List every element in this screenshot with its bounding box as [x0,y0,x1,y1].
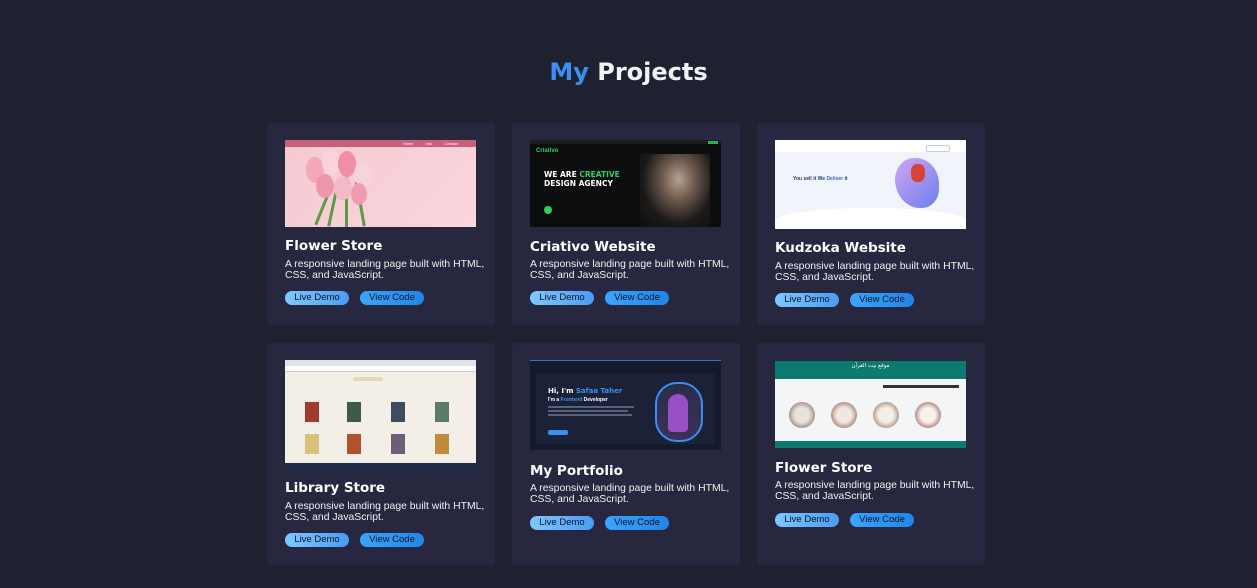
preview-site-title: موقع بيت القرآن [851,363,890,369]
view-code-button[interactable]: View Code [850,513,914,527]
preview-greeting: Hi, I'm [548,387,574,395]
title-accent: My [549,58,589,86]
project-card-flower-store-2: موقع بيت القرآن Flower Store A responsiv… [757,343,985,565]
preview-role: Developer [583,397,608,403]
project-card-criativo: Criativo WE ARE CREATIVE DESIGN AGENCY C… [512,123,740,325]
project-description: A responsive landing page built with HTM… [285,259,485,281]
preview-headline: WE ARE [544,170,577,179]
preview-name: Safaa Taher [575,387,623,395]
live-demo-button[interactable]: Live Demo [285,291,349,305]
preview-headline-accent: CREATIVE [579,170,620,179]
view-code-button[interactable]: View Code [605,516,669,530]
project-preview-image: Hi, I'm Safaa Taher I'm a Frontend Devel… [530,360,721,450]
project-preview-image: Home Info Contact [285,140,476,227]
project-description: A responsive landing page built with HTM… [530,259,730,281]
project-preview-image [285,360,476,470]
project-title: Flower Store [285,238,383,254]
live-demo-button[interactable]: Live Demo [775,513,839,527]
section-title: My Projects [0,58,1257,86]
project-card-flower-store: Home Info Contact Flower Store A respons… [267,123,495,325]
project-preview-image: موقع بيت القرآن [775,361,966,448]
live-demo-button[interactable]: Live Demo [285,533,349,547]
play-icon [544,206,552,214]
project-card-my-portfolio: Hi, I'm Safaa Taher I'm a Frontend Devel… [512,343,740,565]
live-demo-button[interactable]: Live Demo [775,293,839,307]
project-card-library-store: Library Store A responsive landing page … [267,343,495,565]
preview-tagline: You sell it We [793,176,826,182]
preview-role-accent: Frontend [560,397,583,403]
project-card-kudzoka: You sell it We Deliver it Kudzoka Websit… [757,123,985,325]
project-title: Flower Store [775,460,873,476]
preview-brand: Criativo [536,148,559,154]
tulip-bouquet-icon [306,149,372,227]
view-code-button[interactable]: View Code [360,291,424,305]
view-code-button[interactable]: View Code [850,293,914,307]
portrait-image [640,154,710,227]
project-title: My Portfolio [530,463,623,479]
preview-headline: DESIGN AGENCY [544,179,613,188]
project-description: A responsive landing page built with HTM… [775,480,975,502]
project-description: A responsive landing page built with HTM… [775,261,975,283]
project-title: Criativo Website [530,239,656,255]
view-code-button[interactable]: View Code [605,291,669,305]
live-demo-button[interactable]: Live Demo [530,291,594,305]
project-description: A responsive landing page built with HTM… [530,483,730,505]
project-title: Kudzoka Website [775,240,906,256]
project-preview-image: You sell it We Deliver it [775,140,966,229]
preview-role: I'm a [548,397,560,403]
project-preview-image: Criativo WE ARE CREATIVE DESIGN AGENCY [530,140,721,227]
preview-tagline: it [844,176,848,182]
live-demo-button[interactable]: Live Demo [530,516,594,530]
project-description: A responsive landing page built with HTM… [285,501,485,523]
project-title: Library Store [285,480,386,496]
preview-tagline-accent: Deliver [826,176,844,182]
title-rest: Projects [597,58,708,86]
view-code-button[interactable]: View Code [360,533,424,547]
